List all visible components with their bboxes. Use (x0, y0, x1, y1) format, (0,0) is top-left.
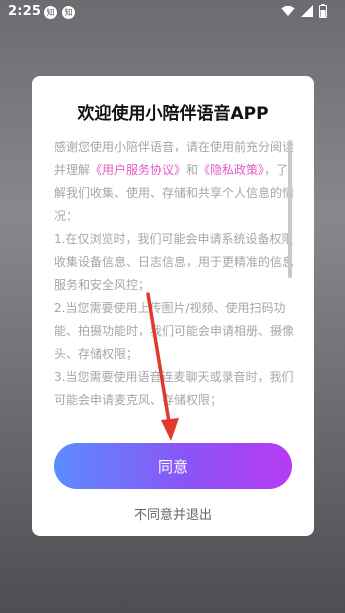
status-bar: 2:25 知 知 (0, 0, 345, 24)
agree-button[interactable]: 同意 (54, 443, 292, 489)
status-time: 2:25 (8, 4, 42, 19)
zhihu-notification-icon: 知 (44, 6, 57, 19)
battery-icon (319, 4, 327, 18)
dialog-title: 欢迎使用小陪伴语音APP (77, 104, 269, 124)
zhihu-notification-icon: 知 (62, 6, 75, 19)
permission-item-2: 2.当您需要使用上传图片/视频、使用扫码功能、拍摄功能时，我们可能会申请相册、摄… (54, 301, 294, 361)
wifi-icon (281, 5, 295, 16)
intro-paragraph: 感谢您使用小陪伴语音，请在使用前充分阅读并理解《用户服务协议》和《隐私政策》，了… (54, 136, 294, 228)
signal-icon (301, 5, 313, 17)
permission-item-1: 1.在仅浏览时，我们可能会申请系统设备权限收集设备信息、日志信息，用于更精准的信… (54, 232, 294, 292)
user-agreement-link[interactable]: 《用户服务协议》 (90, 163, 186, 177)
status-icons (281, 4, 327, 18)
privacy-policy-link[interactable]: 《隐私政策》 (198, 163, 264, 177)
disagree-exit-link[interactable]: 不同意并退出 (32, 504, 314, 523)
agreement-text-scroll[interactable]: 感谢您使用小陪伴语音，请在使用前充分阅读并理解《用户服务协议》和《隐私政策》，了… (54, 136, 294, 446)
and-text: 和 (186, 163, 199, 177)
privacy-dialog: 欢迎使用小陪伴语音APP 感谢您使用小陪伴语音，请在使用前充分阅读并理解《用户服… (32, 76, 314, 536)
scrollbar[interactable] (288, 140, 292, 278)
permission-item-3: 3.当您需要使用语音连麦聊天或录音时，我们可能会申请麦克风、存储权限； (54, 370, 294, 407)
